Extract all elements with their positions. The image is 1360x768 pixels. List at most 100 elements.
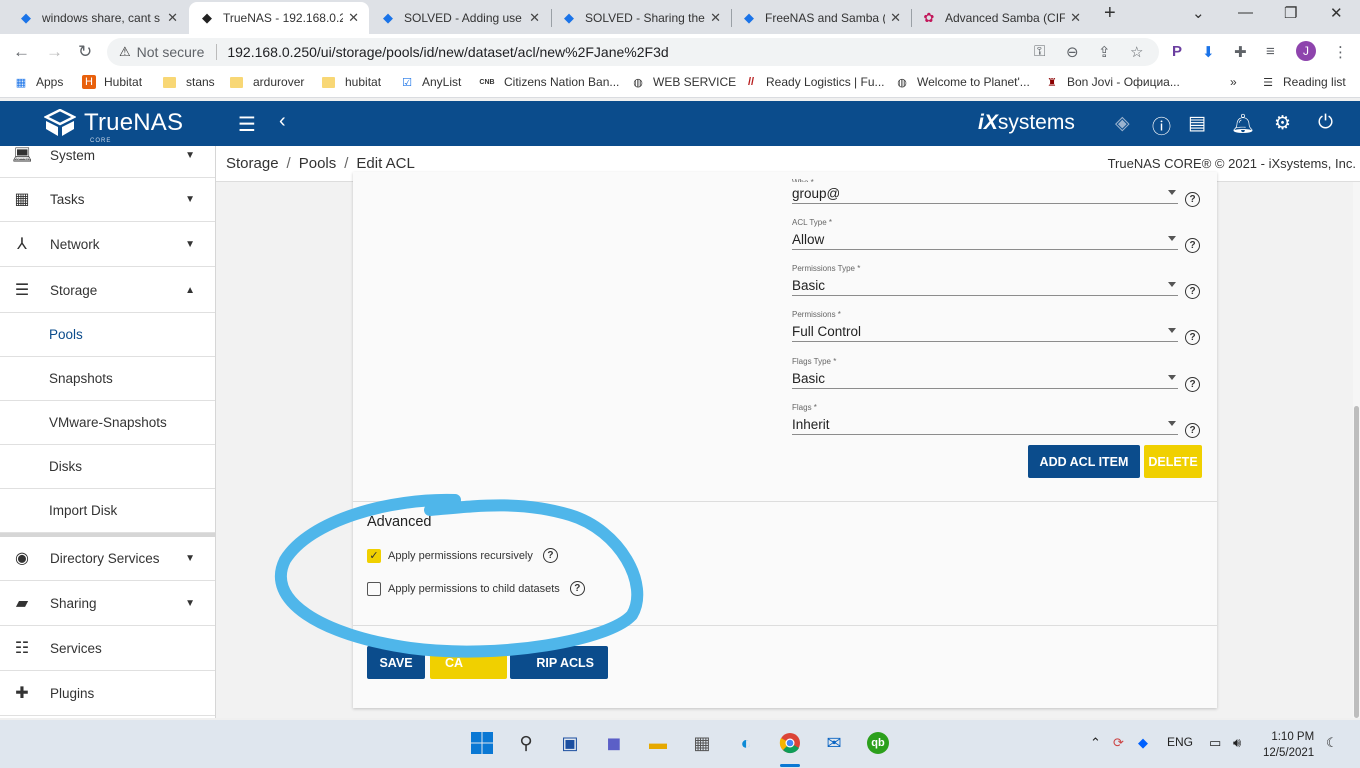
sidebar-subitem-pools[interactable]: Pools: [0, 313, 215, 357]
bookmark-cnb[interactable]: CNB Citizens Nation Ban...: [478, 75, 619, 89]
close-tab-icon[interactable]: ✕: [167, 10, 178, 26]
menu-kebab-icon[interactable]: ⋮: [1333, 43, 1348, 61]
help-icon[interactable]: ?: [1185, 238, 1200, 253]
sidebar-item-network[interactable]: ⅄ Network ▼: [0, 222, 215, 267]
flags-type-select[interactable]: Flags Type * Basic: [792, 357, 1178, 389]
help-icon[interactable]: ?: [1185, 423, 1200, 438]
sidebar-subitem-vmware-snapshots[interactable]: VMware-Snapshots: [0, 401, 215, 445]
outlook-icon[interactable]: ✉: [821, 730, 847, 756]
bookmark-bon-jovi[interactable]: ♜ Bon Jovi - Официа...: [1045, 75, 1180, 89]
language-indicator[interactable]: ENG: [1167, 735, 1193, 749]
close-tab-icon[interactable]: ✕: [890, 10, 901, 26]
show-hidden-icons-chevron-icon[interactable]: ⌃: [1090, 735, 1101, 751]
close-tab-icon[interactable]: ✕: [348, 10, 359, 26]
browser-tab[interactable]: ◆ FreeNAS and Samba ( ✕: [731, 2, 911, 34]
sidebar-item-plugins[interactable]: ✚ Plugins: [0, 671, 215, 716]
help-icon[interactable]: ?: [542, 548, 558, 563]
collapse-chevron-icon[interactable]: ‹: [279, 110, 286, 133]
apply-child-datasets-row[interactable]: Apply permissions to child datasets ?: [367, 581, 585, 596]
browser-tab[interactable]: ◆ SOLVED - Adding use ✕: [370, 2, 550, 34]
bookmark-ready-logistics[interactable]: //Ready Logistics | Fu...: [744, 75, 885, 89]
ixsystems-logo[interactable]: iXsystems: [978, 111, 1075, 135]
save-button[interactable]: SAVE: [367, 646, 425, 679]
task-manager-icon[interactable]: ▤: [1188, 112, 1206, 135]
focus-assist-moon-icon[interactable]: ☾: [1326, 735, 1338, 751]
permissions-type-select[interactable]: Permissions Type * Basic: [792, 264, 1178, 296]
apply-child-datasets-checkbox[interactable]: [367, 581, 381, 596]
close-tab-icon[interactable]: ✕: [529, 10, 540, 26]
share-icon[interactable]: ⇪: [1098, 43, 1111, 61]
browser-tab[interactable]: ◆ windows share, cant s ✕: [8, 2, 188, 34]
add-acl-item-button[interactable]: ADD ACL ITEM: [1028, 445, 1140, 478]
info-icon[interactable]: ⓘ: [1152, 112, 1171, 139]
sidebar-subitem-disks[interactable]: Disks: [0, 445, 215, 489]
reading-list[interactable]: ☰ Reading list: [1261, 75, 1346, 89]
delete-button[interactable]: DELETE: [1144, 445, 1202, 478]
sidebar-item-directory-services[interactable]: ◉ Directory Services ▼: [0, 536, 215, 581]
new-tab-icon[interactable]: +: [1104, 2, 1116, 25]
apply-recursively-checkbox[interactable]: ✓: [367, 548, 381, 563]
bookmark-web-service[interactable]: ◍ WEB SERVICE: [631, 75, 736, 89]
chrome-icon[interactable]: [777, 730, 803, 756]
profile-avatar[interactable]: J: [1296, 41, 1316, 61]
extension-p-icon[interactable]: P: [1172, 43, 1182, 60]
sidebar-item-tasks[interactable]: ▦ Tasks ▼: [0, 177, 215, 222]
strip-acls-button[interactable]: RIP ACLS: [510, 646, 608, 679]
back-icon[interactable]: ←: [13, 42, 30, 62]
calculator-icon[interactable]: ▦: [689, 730, 715, 756]
browser-tab-active[interactable]: ◆ TrueNAS - 192.168.0.2 ✕: [189, 2, 369, 34]
browser-tab[interactable]: ◆ SOLVED - Sharing the ✕: [551, 2, 731, 34]
close-tab-icon[interactable]: ✕: [710, 10, 721, 26]
close-tab-icon[interactable]: ✕: [1070, 10, 1081, 26]
system-clock[interactable]: 1:10 PM 12/5/2021: [1263, 729, 1314, 761]
tab-search-icon[interactable]: ⌄: [1192, 4, 1205, 22]
media-icon[interactable]: ≡: [1266, 43, 1275, 60]
teams-chat-icon[interactable]: ◼: [601, 730, 627, 756]
truecommand-icon[interactable]: ◈: [1115, 112, 1130, 135]
bookmark-folder[interactable]: stans: [163, 75, 215, 89]
address-bar[interactable]: ⚠ Not secure 192.168.0.250/ui/storage/po…: [107, 38, 1159, 66]
close-window-icon[interactable]: ✕: [1330, 4, 1343, 22]
help-icon[interactable]: ?: [1185, 330, 1200, 345]
settings-gear-icon[interactable]: ⚙: [1274, 112, 1291, 135]
sidebar-item-storage[interactable]: ☰ Storage ▲: [0, 268, 215, 313]
quickbooks-icon[interactable]: qb: [865, 730, 891, 756]
key-icon[interactable]: ⚿: [1034, 43, 1045, 60]
warning-icon[interactable]: ⚠: [119, 44, 131, 60]
file-explorer-icon[interactable]: ▬: [645, 730, 671, 756]
who-select[interactable]: Who * group@: [792, 178, 1178, 204]
notifications-bell-icon[interactable]: 🔔︎: [1231, 112, 1255, 136]
zoom-icon[interactable]: ⊖: [1066, 43, 1079, 61]
sidebar-item-services[interactable]: ☷ Services: [0, 626, 215, 671]
apply-recursively-row[interactable]: ✓ Apply permissions recursively ?: [367, 548, 558, 563]
dropbox-icon[interactable]: ◆: [1138, 735, 1148, 751]
flags-select[interactable]: Flags * Inherit: [792, 403, 1178, 435]
bookmark-planet[interactable]: ◍ Welcome to Planet'...: [895, 75, 1030, 89]
help-icon[interactable]: ?: [1185, 284, 1200, 299]
breadcrumb-storage[interactable]: Storage: [226, 155, 279, 172]
power-icon[interactable]: ⏻: [1318, 112, 1333, 134]
forward-icon[interactable]: →: [46, 42, 63, 62]
windows-start-icon[interactable]: [469, 730, 495, 756]
bookmark-folder[interactable]: hubitat: [322, 75, 381, 89]
scrollbar-thumb[interactable]: [1354, 406, 1359, 718]
reload-icon[interactable]: ↻: [78, 42, 92, 62]
task-view-icon[interactable]: ▣: [557, 730, 583, 756]
search-icon[interactable]: ⚲: [513, 730, 539, 756]
bookmark-apps[interactable]: ▦ Apps: [14, 75, 64, 89]
sidebar-subitem-import-disk[interactable]: Import Disk: [0, 489, 215, 533]
volume-icon[interactable]: 🔊︎: [1233, 735, 1241, 751]
help-icon[interactable]: ?: [569, 581, 585, 596]
truenas-logo[interactable]: TrueNAS CORE: [44, 109, 183, 144]
sidebar-item-sharing[interactable]: ▰ Sharing ▼: [0, 581, 215, 626]
help-icon[interactable]: ?: [1185, 192, 1200, 207]
sidebar-item-system[interactable]: 💻︎ System ▼: [0, 146, 215, 178]
bookmark-folder[interactable]: ardurover: [230, 75, 304, 89]
bookmark-hubitat[interactable]: H Hubitat: [82, 75, 142, 89]
acl-type-select[interactable]: ACL Type * Allow: [792, 218, 1178, 250]
permissions-select[interactable]: Permissions * Full Control: [792, 310, 1178, 342]
sync-icon[interactable]: ⟳: [1113, 735, 1124, 751]
browser-tab[interactable]: ✿ Advanced Samba (CIF ✕: [911, 2, 1091, 34]
edge-icon[interactable]: ◐: [733, 730, 759, 756]
bookmark-star-icon[interactable]: ☆: [1130, 43, 1143, 61]
